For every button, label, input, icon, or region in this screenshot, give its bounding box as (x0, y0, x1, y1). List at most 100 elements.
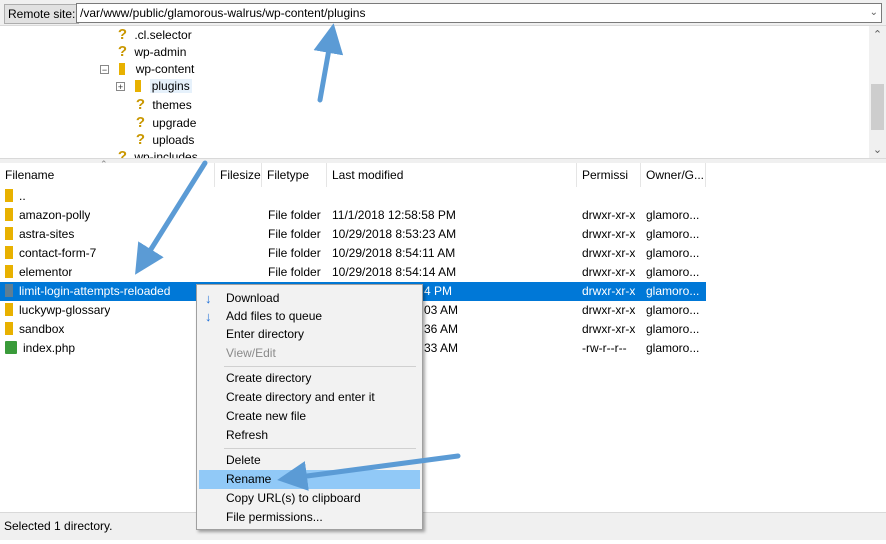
file-modified: 03 AM (424, 303, 459, 317)
column-header-filetype[interactable]: Filetype (262, 163, 327, 187)
file-modified: 4 PM (424, 284, 453, 298)
table-row[interactable]: sandbox 36 AM drwxr-xr-x glamoro... (0, 320, 886, 339)
table-row[interactable]: index.php 33 AM -rw-r--r-- glamoro... (0, 339, 886, 358)
menu-item-label: Enter directory (226, 327, 305, 341)
tree-item[interactable]: ? themes (134, 96, 194, 113)
folder-icon (5, 265, 13, 278)
column-header-last-modified[interactable]: Last modified (327, 163, 577, 187)
folder-icon (119, 63, 126, 75)
tree-item[interactable]: − wp-content (100, 61, 196, 78)
tree-scrollbar[interactable]: ⌃ ⌄ (869, 26, 886, 158)
question-folder-icon: ? (135, 96, 146, 113)
file-permissions: -rw-r--r-- (582, 341, 627, 355)
table-row[interactable]: elementor File folder 10/29/2018 8:54:14… (0, 263, 886, 282)
menu-item-label: Refresh (226, 428, 269, 442)
menu-item-create-directory[interactable]: Create directory (199, 369, 420, 388)
folder-icon (5, 227, 13, 240)
file-permissions: drwxr-xr-x (582, 227, 636, 241)
question-folder-icon: ? (117, 148, 128, 158)
file-permissions: drwxr-xr-x (582, 303, 636, 317)
file-owner: glamoro... (646, 208, 700, 222)
file-owner: glamoro... (646, 265, 700, 279)
file-name: luckywp-glossary (19, 303, 111, 317)
remote-file-list: Filename Filesize Filetype Last modified… (0, 159, 886, 511)
scroll-down-icon[interactable]: ⌄ (869, 143, 886, 156)
menu-item-file-permissions[interactable]: File permissions... (199, 508, 420, 527)
column-header-owner[interactable]: Owner/G... (641, 163, 706, 187)
menu-item-create-directory-enter[interactable]: Create directory and enter it (199, 388, 420, 407)
tree-item[interactable]: ? upgrade (134, 114, 198, 131)
question-folder-icon: ? (117, 43, 128, 60)
file-permissions: drwxr-xr-x (582, 246, 636, 260)
file-modified: 36 AM (424, 322, 459, 336)
menu-item-create-new-file[interactable]: Create new file (199, 407, 420, 426)
table-row-selected[interactable]: limit-login-attempts-reloaded 4 PM drwxr… (0, 282, 886, 301)
file-type: File folder (268, 265, 321, 279)
expand-icon[interactable]: + (116, 82, 125, 92)
file-modified: 10/29/2018 8:54:14 AM (332, 265, 457, 279)
menu-item-label: Create new file (226, 409, 307, 423)
folder-icon (5, 189, 13, 202)
question-folder-icon: ? (135, 114, 146, 131)
file-owner: glamoro... (646, 322, 700, 336)
file-permissions: drwxr-xr-x (582, 208, 636, 222)
tree-item[interactable]: ? wp-includes (116, 148, 200, 158)
sort-indicator-icon: ⌃ (100, 159, 108, 169)
folder-icon (5, 246, 13, 259)
remote-path-input[interactable]: /var/www/public/glamorous-walrus/wp-cont… (76, 3, 882, 23)
menu-item-download[interactable]: ↓ Download (199, 289, 420, 308)
file-name: index.php (23, 341, 76, 355)
menu-item-label: Create directory (226, 371, 312, 385)
menu-separator (224, 366, 416, 367)
remote-directory-tree: ? .cl.selector ? wp-admin − wp-content +… (0, 26, 886, 158)
file-owner: glamoro... (646, 341, 700, 355)
menu-item-copy-url[interactable]: Copy URL(s) to clipboard (199, 489, 420, 508)
tree-item[interactable]: ? wp-admin (116, 43, 188, 60)
file-name: elementor (19, 265, 73, 279)
menu-item-view-edit: View/Edit (199, 344, 420, 363)
scroll-up-icon[interactable]: ⌃ (869, 28, 886, 41)
question-folder-icon: ? (117, 26, 128, 43)
menu-item-label: Rename (226, 472, 272, 486)
column-header-permissions[interactable]: Permissi (577, 163, 641, 187)
tree-item[interactable]: ? .cl.selector (116, 26, 194, 43)
remote-site-label: Remote site: (4, 4, 80, 24)
file-name: sandbox (19, 322, 65, 336)
file-type: File folder (268, 208, 321, 222)
file-type: File folder (268, 227, 321, 241)
table-row[interactable]: luckywp-glossary 03 AM drwxr-xr-x glamor… (0, 301, 886, 320)
remote-path-text: /var/www/public/glamorous-walrus/wp-cont… (80, 6, 366, 20)
file-permissions: drwxr-xr-x (582, 265, 636, 279)
status-bar: Selected 1 directory. (0, 512, 886, 540)
table-row[interactable]: .. (0, 187, 886, 206)
tree-item-label: wp-content (135, 62, 195, 76)
file-modified: 11/1/2018 12:58:58 PM (332, 208, 456, 222)
folder-icon (5, 303, 13, 316)
table-row[interactable]: contact-form-7 File folder 10/29/2018 8:… (0, 244, 886, 263)
file-owner: glamoro... (646, 284, 700, 298)
table-row[interactable]: amazon-polly File folder 11/1/2018 12:58… (0, 206, 886, 225)
column-header-filesize[interactable]: Filesize (215, 163, 262, 187)
menu-item-label: Copy URL(s) to clipboard (226, 491, 361, 505)
tree-item[interactable]: + plugins (116, 78, 192, 95)
menu-item-label: View/Edit (226, 346, 276, 360)
file-name: contact-form-7 (19, 246, 97, 260)
menu-item-delete[interactable]: Delete (199, 451, 420, 470)
file-type: File folder (268, 246, 321, 260)
scrollbar-thumb[interactable] (871, 84, 884, 130)
file-permissions: drwxr-xr-x (582, 322, 636, 336)
menu-item-rename[interactable]: Rename (199, 470, 420, 489)
menu-item-label: Download (226, 291, 280, 305)
menu-item-refresh[interactable]: Refresh (199, 426, 420, 445)
table-row[interactable]: astra-sites File folder 10/29/2018 8:53:… (0, 225, 886, 244)
file-owner: glamoro... (646, 227, 700, 241)
menu-item-enter-directory[interactable]: Enter directory (199, 325, 420, 344)
menu-item-label: Create directory and enter it (226, 390, 375, 404)
remote-site-bar: Remote site: /var/www/public/glamorous-w… (0, 0, 886, 26)
menu-item-add-to-queue[interactable]: ↓ Add files to queue (199, 307, 420, 326)
menu-separator (224, 448, 416, 449)
tree-item[interactable]: ? uploads (134, 131, 196, 148)
file-modified: 33 AM (424, 341, 459, 355)
collapse-icon[interactable]: − (100, 65, 109, 75)
chevron-down-icon[interactable]: ⌄ (870, 4, 878, 22)
